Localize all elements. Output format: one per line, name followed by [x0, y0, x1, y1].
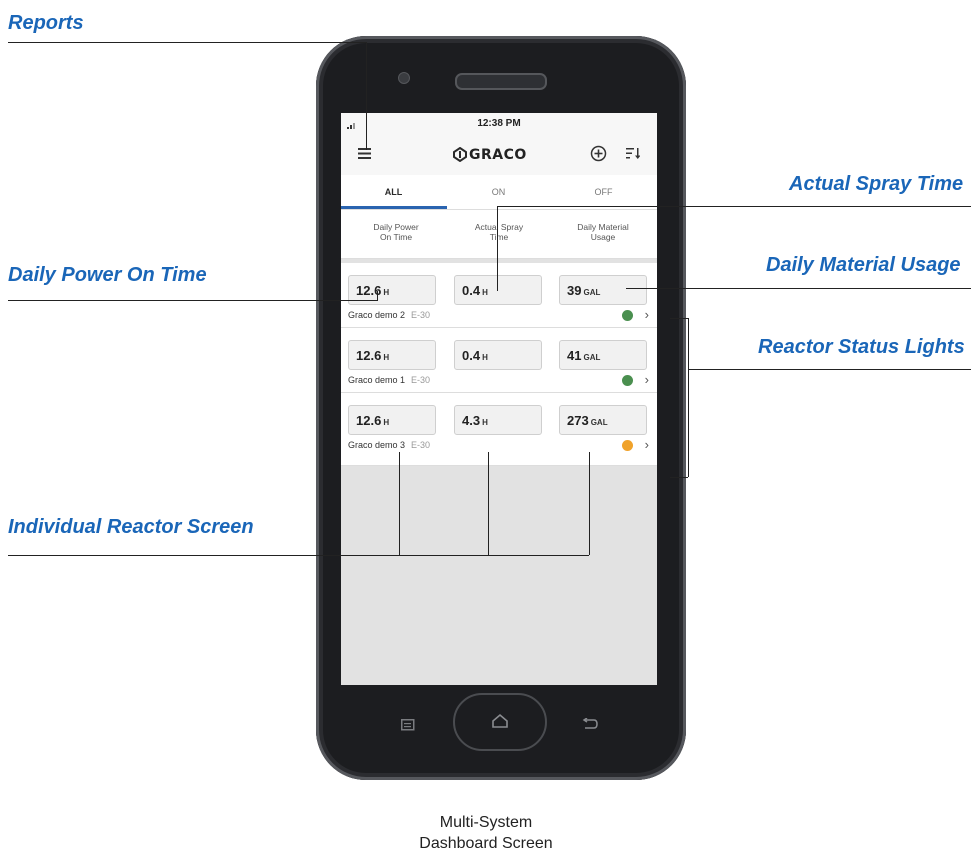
leader-status-bracket-top — [670, 318, 688, 319]
leader-status-bracket-v — [688, 318, 689, 477]
leader-power — [8, 300, 378, 301]
callout-daily-power-on-time: Daily Power On Time — [8, 264, 207, 286]
col-header-power: Daily Power On Time — [373, 222, 419, 242]
leader-individual-v2 — [488, 452, 489, 555]
graco-logo-icon — [453, 146, 467, 167]
status-light — [622, 310, 633, 321]
col-header-spray: Actual Spray Time — [474, 222, 524, 242]
chevron-right-icon[interactable]: › — [645, 307, 649, 322]
leader-status — [688, 369, 971, 370]
power-on-time-box: 12.6 H — [348, 340, 436, 370]
leader-material — [626, 288, 971, 289]
leader-reports-v — [366, 42, 367, 150]
reactor-name: Graco demo 3 E-30 — [348, 440, 431, 450]
recent-apps-icon[interactable] — [401, 718, 415, 736]
back-icon[interactable] — [582, 717, 598, 735]
power-on-time-box: 12.6 H — [348, 405, 436, 435]
chevron-right-icon[interactable]: › — [645, 437, 649, 452]
leader-spray-v — [497, 206, 498, 291]
hamburger-icon[interactable] — [358, 147, 372, 165]
earpiece-speaker — [455, 73, 547, 90]
reactor-row[interactable]: 12.6 H 0.4 H 41 GAL Graco demo 1 E-30 › — [341, 328, 657, 393]
figure-caption: Multi-System Dashboard Screen — [419, 814, 553, 852]
spray-time-box: 4.3 H — [454, 405, 542, 435]
home-icon — [491, 713, 509, 734]
chevron-right-icon[interactable]: › — [645, 372, 649, 387]
leader-power-v — [377, 291, 378, 301]
leader-spray — [497, 206, 971, 207]
app-screen: 12:38 PM GRACO ALL ON OFF Daily Power On … — [341, 113, 657, 685]
column-headers: Daily Power On Time Actual Spray Time Dail… — [341, 210, 657, 259]
leader-individual — [8, 555, 589, 556]
callout-reports: Reports — [8, 12, 84, 34]
material-usage-box: 39 GAL — [559, 275, 647, 305]
sort-icon[interactable] — [626, 147, 641, 165]
callout-reactor-status-lights: Reactor Status Lights — [758, 336, 965, 358]
tab-off[interactable]: OFF — [551, 175, 656, 209]
reactor-row[interactable]: 12.6 H 0.4 H 39 GAL Graco demo 2 E-30 › — [341, 263, 657, 328]
status-time: 12:38 PM — [477, 118, 521, 129]
status-light — [622, 440, 633, 451]
col-header-material: Daily Material Usage — [577, 222, 629, 242]
leader-individual-v3 — [589, 452, 590, 555]
plus-circle-icon[interactable] — [590, 145, 607, 167]
leader-reports — [8, 42, 367, 43]
tab-all-indicator — [341, 206, 447, 209]
status-light — [622, 375, 633, 386]
status-bar: 12:38 PM — [341, 113, 657, 135]
callout-daily-material-usage: Daily Material Usage — [766, 254, 961, 276]
reactor-name: Graco demo 2 E-30 — [348, 310, 431, 320]
spray-time-box: 0.4 H — [454, 340, 542, 370]
app-header: GRACO — [341, 135, 657, 175]
callout-individual-reactor-screen: Individual Reactor Screen — [8, 516, 254, 538]
material-usage-box: 273 GAL — [559, 405, 647, 435]
brand-logo: GRACO — [469, 147, 527, 163]
front-camera — [398, 72, 410, 84]
leader-status-bracket-bottom — [670, 477, 688, 478]
callout-actual-spray-time: Actual Spray Time — [789, 173, 964, 195]
tab-on[interactable]: ON — [446, 175, 551, 209]
material-usage-box: 41 GAL — [559, 340, 647, 370]
filter-tabs: ALL ON OFF — [341, 175, 657, 210]
tab-all[interactable]: ALL — [341, 175, 446, 209]
leader-individual-v1 — [399, 452, 400, 555]
reactor-row[interactable]: 12.6 H 4.3 H 273 GAL Graco demo 3 E-30 › — [341, 393, 657, 466]
spray-time-box: 0.4 H — [454, 275, 542, 305]
reactor-name: Graco demo 1 E-30 — [348, 375, 431, 385]
